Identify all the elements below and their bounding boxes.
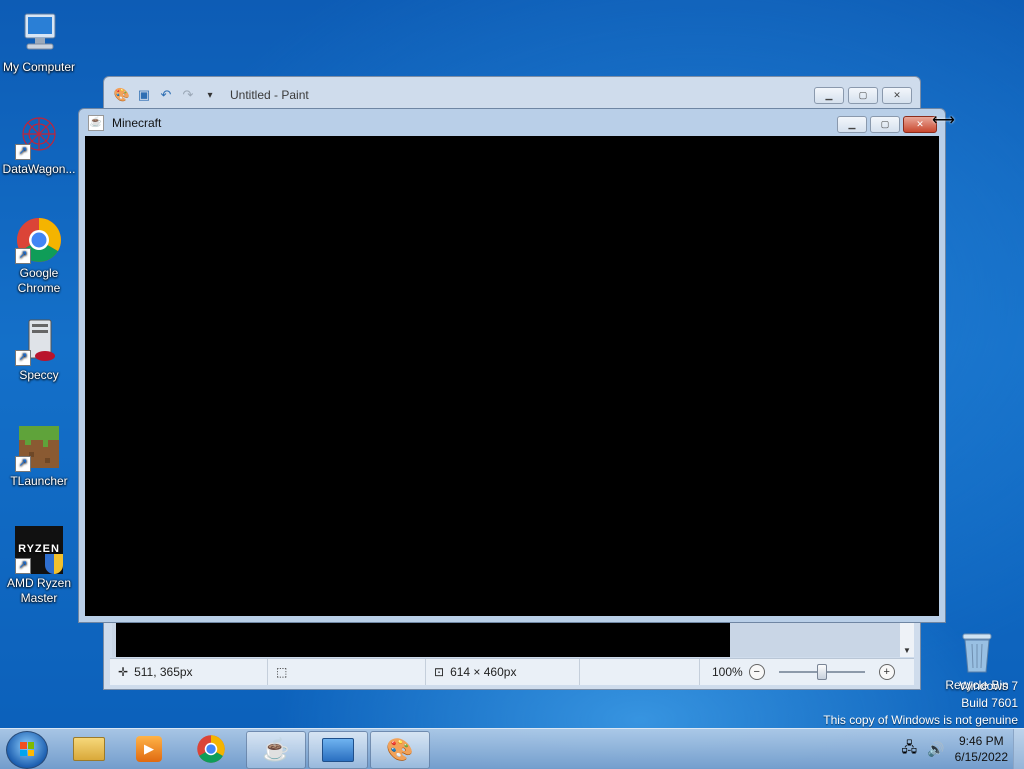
taskbar-chrome[interactable] <box>182 731 240 767</box>
paint-app-icon[interactable]: 🎨 <box>114 87 130 103</box>
grass-block-icon: ↗ <box>15 424 63 472</box>
clock[interactable]: 9:46 PM 6/15/2022 <box>955 733 1008 765</box>
save-icon[interactable]: ▣ <box>136 87 152 103</box>
taskbar-file-explorer[interactable] <box>60 731 118 767</box>
paint-canvas[interactable] <box>116 623 730 657</box>
maximize-button[interactable]: ▢ <box>848 87 878 104</box>
chrome-icon <box>197 735 225 763</box>
watermark-line1: Windows 7 <box>959 679 1018 693</box>
desktop-icon-label: Speccy <box>19 368 59 382</box>
window-title: Untitled - Paint <box>230 88 309 102</box>
paint-status-bar: ✛ 511, 365px ⬚ ⊡ 614 × 460px 100% − + <box>110 658 914 685</box>
zoom-out-button[interactable]: − <box>748 664 765 680</box>
customize-quick-access-icon[interactable]: ▾ <box>202 87 218 103</box>
media-player-icon: ▶ <box>136 736 162 762</box>
windows-watermark: Windows 7 Build 7601 This copy of Window… <box>823 678 1018 729</box>
minimize-button[interactable]: ▁ <box>814 87 844 104</box>
java-icon: ☕ <box>88 115 104 131</box>
desktop-icon-label: TLauncher <box>10 474 68 488</box>
ryzen-text: RYZEN <box>18 543 60 555</box>
shortcut-arrow-icon: ↗ <box>15 350 31 366</box>
show-desktop-button[interactable] <box>1013 729 1024 769</box>
taskbar-media-player[interactable]: ▶ <box>120 731 178 767</box>
file-explorer-icon <box>73 737 105 761</box>
redo-icon[interactable]: ↷ <box>180 87 196 103</box>
shield-icon <box>45 554 63 574</box>
computer-icon <box>15 10 63 58</box>
speccy-icon: ↗ <box>15 318 63 366</box>
clock-time: 9:46 PM <box>958 734 1004 748</box>
shortcut-arrow-icon: ↗ <box>15 248 31 264</box>
desktop-icon-my-computer[interactable]: My Computer <box>0 10 78 75</box>
system-tray: 🖧 🔊 9:46 PM 6/15/2022 <box>902 729 1024 769</box>
shortcut-arrow-icon: ↗ <box>15 558 31 574</box>
paint-caption-buttons: ▁ ▢ ✕ <box>814 87 912 104</box>
cursor-position-cell: ✛ 511, 365px <box>110 659 268 685</box>
paint-icon: 🎨 <box>386 737 414 762</box>
move-cursor-icon: ✛ <box>118 665 129 679</box>
shortcut-arrow-icon: ↗ <box>15 456 31 472</box>
java-icon: ☕ <box>262 737 290 762</box>
desktop-icon-speccy[interactable]: ↗ Speccy <box>0 318 78 383</box>
control-panel-icon <box>322 738 354 762</box>
desktop-icon-tlauncher[interactable]: ↗ TLauncher <box>0 424 78 489</box>
canvas-size-cell: ⊡ 614 × 460px <box>426 659 580 685</box>
volume-icon[interactable]: 🔊 <box>927 741 944 758</box>
selection-size-cell: ⬚ <box>268 659 426 685</box>
canvas-size-icon: ⊡ <box>434 665 445 679</box>
scroll-down-icon[interactable]: ▼ <box>903 646 911 655</box>
desktop-icon-amd-ryzen-master[interactable]: RYZEN ↗ AMD Ryzen Master <box>0 526 78 606</box>
shortcut-arrow-icon: ↗ <box>15 144 31 160</box>
vertical-scrollbar[interactable]: ▼ <box>900 617 914 657</box>
desktop-icon-label: My Computer <box>2 60 76 74</box>
datawagon-icon: ↗ <box>15 112 63 160</box>
clock-date: 6/15/2022 <box>954 750 1008 764</box>
minimize-button[interactable]: ▁ <box>837 116 867 133</box>
minecraft-caption-buttons: ▁ ▢ ✕ <box>837 116 937 133</box>
desktop-icon-google-chrome[interactable]: ↗ Google Chrome <box>0 216 78 296</box>
watermark-line2: Build 7601 <box>961 696 1018 710</box>
resize-cursor-icon: ⟷ <box>932 112 955 129</box>
close-button[interactable]: ✕ <box>882 87 912 104</box>
taskbar-paint[interactable]: 🎨 <box>370 731 430 769</box>
zoom-level: 100% <box>712 665 743 679</box>
minecraft-titlebar[interactable]: ☕ Minecraft <box>79 109 945 137</box>
recycle-bin-icon <box>960 630 994 674</box>
window-title: Minecraft <box>112 116 162 130</box>
maximize-button[interactable]: ▢ <box>870 116 900 133</box>
minecraft-game-area[interactable] <box>85 136 939 616</box>
network-icon[interactable]: 🖧 <box>902 737 918 761</box>
chrome-icon: ↗ <box>15 216 63 264</box>
start-button[interactable] <box>6 731 48 769</box>
zoom-slider[interactable] <box>778 664 865 680</box>
file-size-cell <box>580 659 700 685</box>
desktop-icon-label: Google Chrome <box>17 266 61 295</box>
taskbar: ▶ ☕ 🎨 🖧 🔊 9:46 PM 6/15/2022 <box>0 728 1024 769</box>
windows-logo-icon <box>20 742 34 756</box>
watermark-line3: This copy of Windows is not genuine <box>823 713 1018 727</box>
desktop-icon-label: DataWagon... <box>2 162 76 176</box>
taskbar-control-panel[interactable] <box>308 731 368 769</box>
desktop-icon-datawagon[interactable]: ↗ DataWagon... <box>0 112 78 177</box>
minecraft-window[interactable]: ☕ Minecraft ▁ ▢ ✕ <box>78 108 946 623</box>
canvas-size: 614 × 460px <box>450 665 517 679</box>
cursor-position: 511, 365px <box>134 665 193 679</box>
ryzen-icon: RYZEN ↗ <box>15 526 63 574</box>
desktop-icon-label: AMD Ryzen Master <box>6 576 71 605</box>
taskbar-java-minecraft[interactable]: ☕ <box>246 731 306 769</box>
undo-icon[interactable]: ↶ <box>158 87 174 103</box>
selection-icon: ⬚ <box>276 665 288 679</box>
